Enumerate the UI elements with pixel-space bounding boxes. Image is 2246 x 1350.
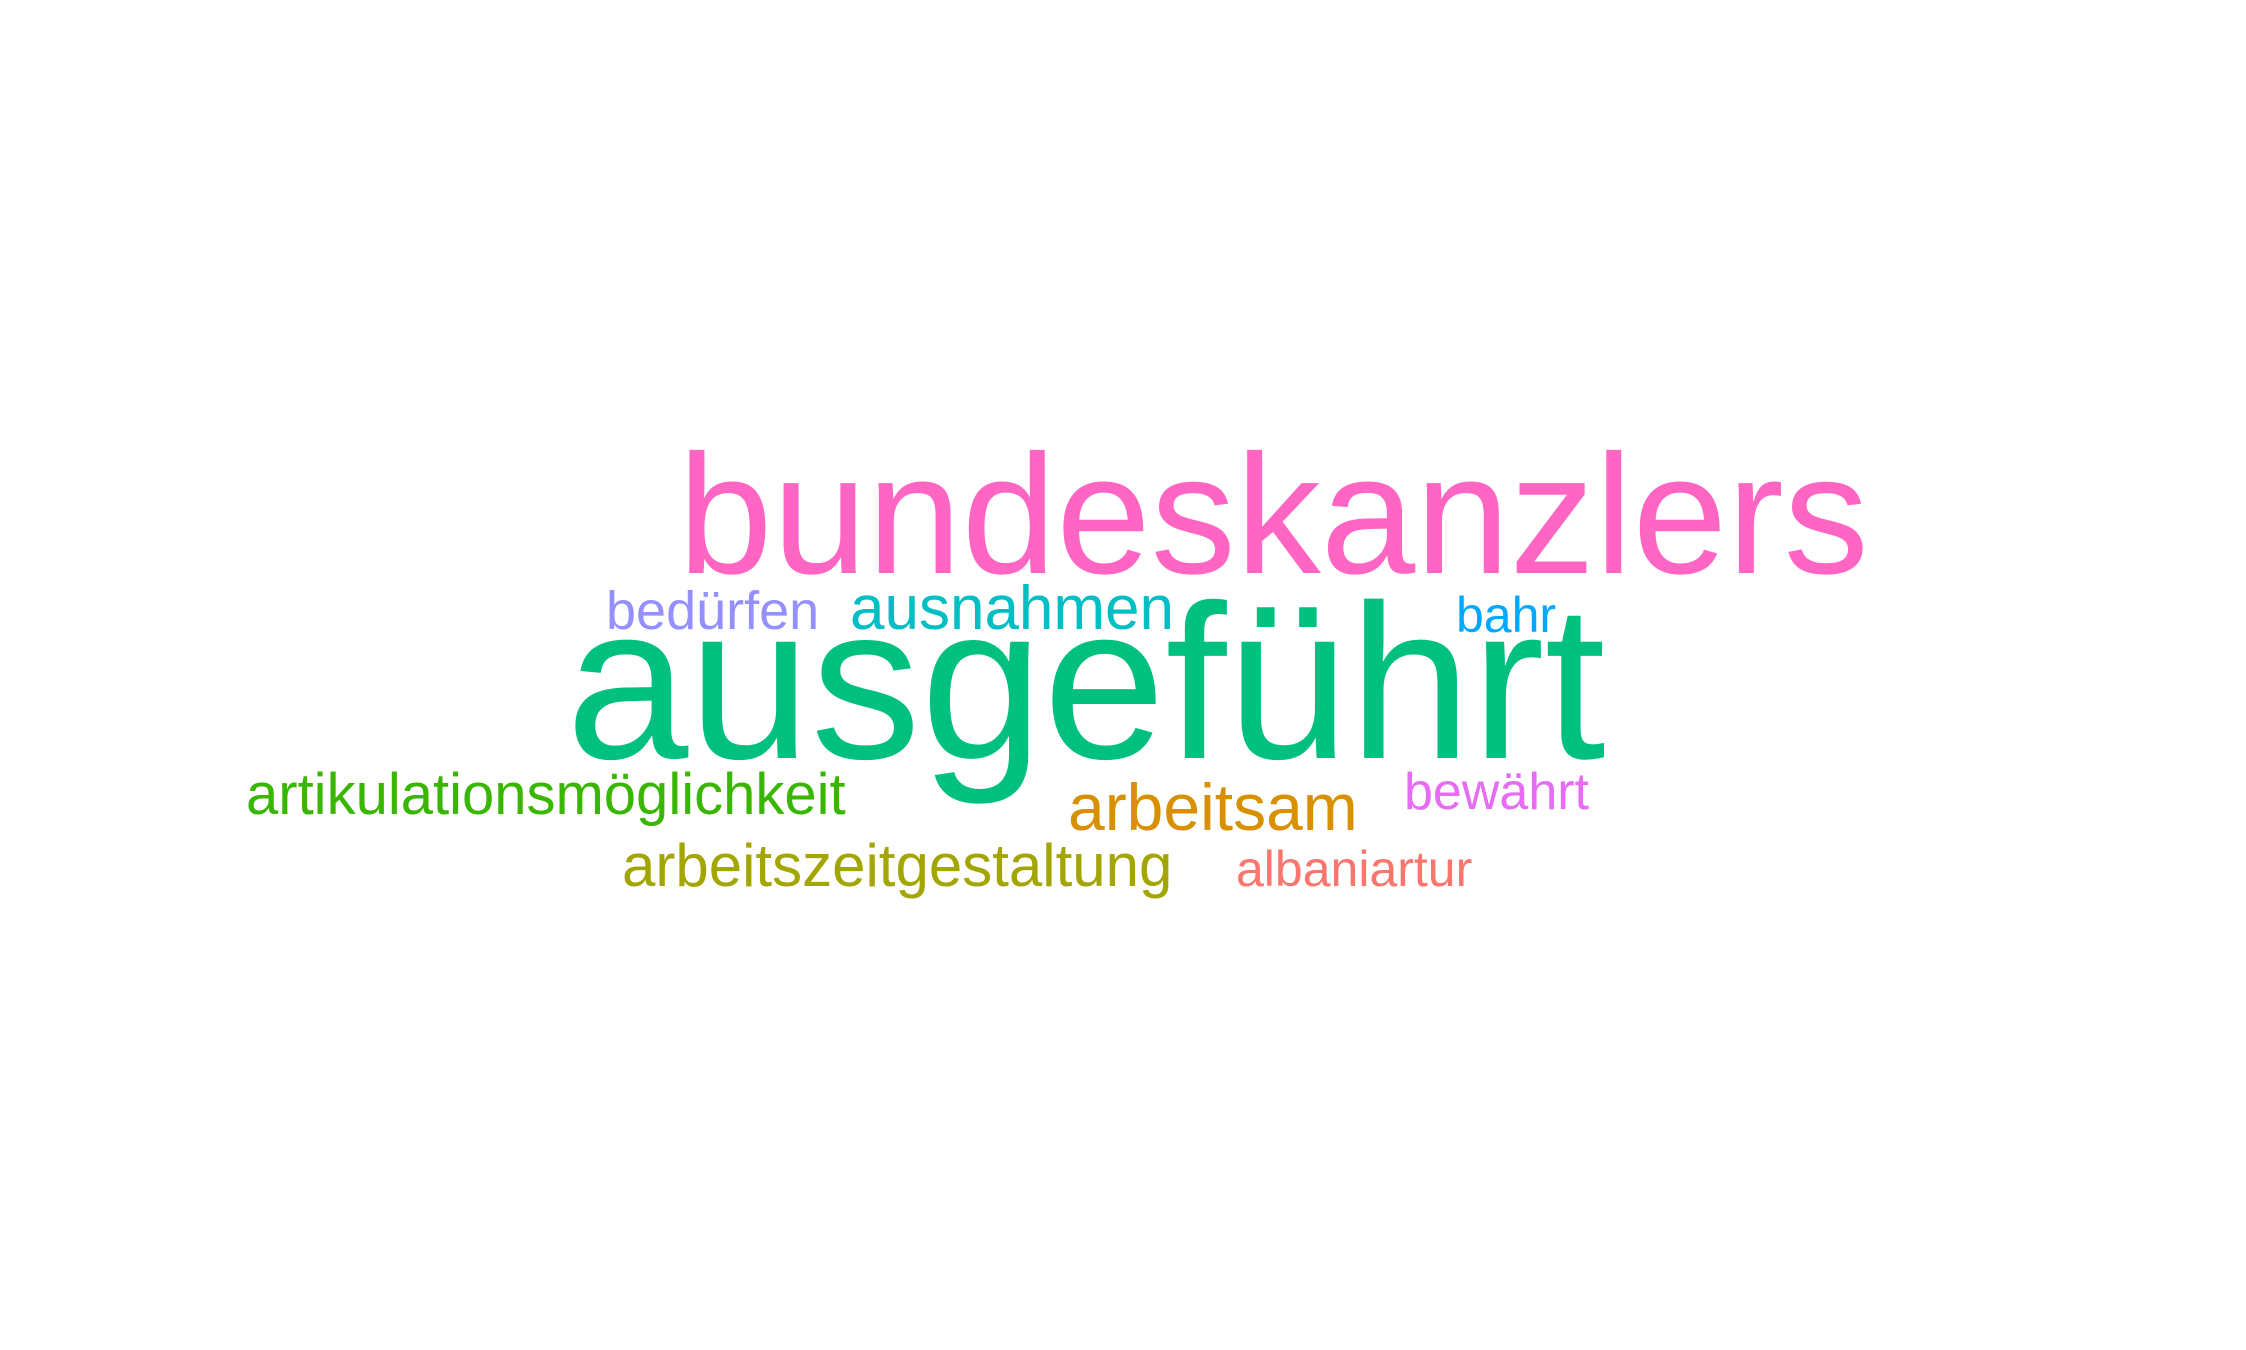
word-cloud: bundeskanzlers bedürfen ausnahmen bahr a… (0, 0, 2246, 1350)
word-arbeitsam: arbeitsam (1068, 770, 1358, 844)
word-ausgefuehrt: ausgeführt (566, 559, 1606, 805)
word-artikulationsmoeglichkeit: artikulationsmöglichkeit (246, 762, 846, 827)
word-albaniartur: albaniartur (1236, 841, 1473, 897)
word-bewaehrt: bewährt (1404, 763, 1589, 821)
word-arbeitszeitgestaltung: arbeitszeitgestaltung (622, 832, 1173, 899)
